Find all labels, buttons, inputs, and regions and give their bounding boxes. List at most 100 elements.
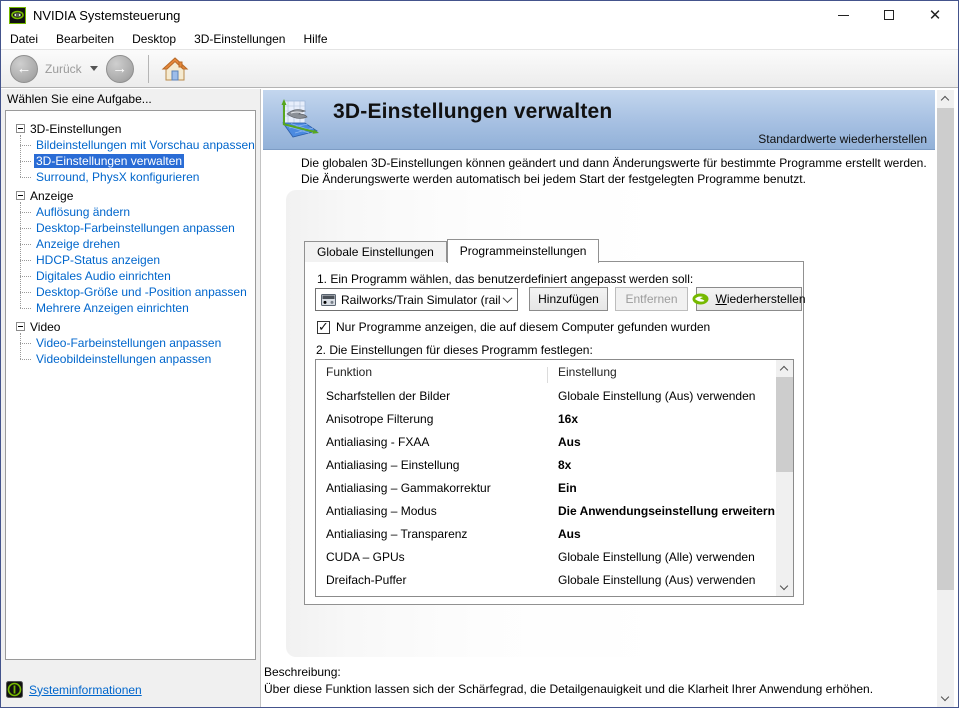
table-row[interactable]: Antialiasing – TransparenzAus [316,522,776,545]
sidebar-item-videobildeinstellungen-anpassen[interactable]: Videobildeinstellungen anpassen [20,351,253,367]
einstellung-cell[interactable]: Globale Einstellung (Aus) verwenden [548,573,776,587]
sidebar-item-bildeinstellungen-mit-vorschau-anpassen[interactable]: Bildeinstellungen mit Vorschau anpassen [20,137,253,153]
einstellung-cell[interactable]: Aus [548,435,776,449]
home-icon[interactable] [161,56,189,82]
restore-defaults-link[interactable]: Standardwerte wiederherstellen [758,132,927,146]
checkbox-label: Nur Programme anzeigen, die auf diesem C… [336,320,710,334]
sidebar-item-video-farbeinstellungen-anpassen[interactable]: Video-Farbeinstellungen anpassen [20,335,253,351]
einstellung-cell[interactable]: Globale Einstellung (Alle) verwenden [548,550,776,564]
table-scroll-down-icon[interactable] [780,582,788,590]
einstellung-cell[interactable]: Globale Einstellung (Aus) verwenden [548,389,776,403]
restore-button[interactable]: Wiederherstellen [696,287,802,311]
table-row[interactable]: Dreifach-PufferGlobale Einstellung (Aus)… [316,568,776,591]
sidebar-item-hdcp-status-anzeigen[interactable]: HDCP-Status anzeigen [20,252,253,268]
sidebar-item-digitales-audio-einrichten[interactable]: Digitales Audio einrichten [20,268,253,284]
table-row[interactable]: Antialiasing – ModusDie Anwendungseinste… [316,499,776,522]
back-arrow-icon: ← [17,60,32,77]
column-header-einstellung[interactable]: Einstellung [548,365,793,379]
sidebar-header: Wählen Sie eine Aufgabe... [1,89,260,106]
funktion-cell: Antialiasing – Einstellung [316,458,548,472]
close-button[interactable]: ✕ [912,1,958,29]
remove-button[interactable]: Entfernen [615,287,688,311]
sidebar-item-desktop-farbeinstellungen-anpassen[interactable]: Desktop-Farbeinstellungen anpassen [20,220,253,236]
einstellung-cell[interactable]: 16x [548,412,776,426]
window-title: NVIDIA Systemsteuerung [33,8,180,23]
show-installed-checkbox[interactable] [317,321,330,334]
sidebar-item-desktop-größe-und-position-anpassen[interactable]: Desktop-Größe und -Position anpassen [20,284,253,300]
table-row[interactable]: Scharfstellen der BilderGlobale Einstell… [316,384,776,407]
funktion-cell: Scharfstellen der Bilder [316,389,548,403]
system-information-link[interactable]: Systeminformationen [29,683,142,697]
maximize-button[interactable] [866,1,912,29]
table-scrollbar[interactable] [776,360,793,596]
program-select-dropdown[interactable]: Railworks/Train Simulator (railw... [315,288,518,311]
einstellung-cell[interactable]: Die Anwendungseinstellung erweitern [548,504,776,518]
sidebar-item-label: Desktop-Farbeinstellungen anpassen [34,221,237,235]
scroll-down-icon[interactable] [941,693,949,701]
maximize-icon [884,10,894,20]
tab-programmeinstellungen[interactable]: Programmeinstellungen [447,239,600,263]
step2-label: 2. Die Einstellungen für dieses Programm… [316,343,593,357]
tab-globale-einstellungen[interactable]: Globale Einstellungen [304,241,447,262]
table-row[interactable]: Antialiasing – GammakorrekturEin [316,476,776,499]
sidebar-item-label: Auflösung ändern [34,205,132,219]
menu-item-hilfe[interactable]: Hilfe [294,30,336,48]
table-row[interactable]: Antialiasing - FXAAAus [316,430,776,453]
minimize-button[interactable] [820,1,866,29]
einstellung-cell[interactable]: Ein [548,481,776,495]
collapse-icon[interactable] [16,124,25,133]
table-scrollbar-thumb[interactable] [776,377,793,472]
tree-group-video[interactable]: Video [10,318,253,335]
tab-content: 1. Ein Programm wählen, das benutzerdefi… [304,261,804,605]
table-row[interactable]: CUDA – GPUsGlobale Einstellung (Alle) ve… [316,545,776,568]
title-bar: NVIDIA Systemsteuerung ✕ [1,1,958,29]
scrollbar-thumb[interactable] [937,108,954,590]
tree-group-3d-einstellungen[interactable]: 3D-Einstellungen [10,120,253,137]
table-row[interactable]: EnergieverwaltungsmodusGlobale Einstellu… [316,591,776,597]
settings-table-body: Scharfstellen der BilderGlobale Einstell… [316,384,776,596]
table-scroll-up-icon[interactable] [780,366,788,374]
sidebar-item-label: Bildeinstellungen mit Vorschau anpassen [34,138,256,152]
scroll-up-icon[interactable] [941,96,949,104]
step1-label: 1. Ein Programm wählen, das benutzerdefi… [317,272,693,286]
description-label: Beschreibung: [264,665,341,679]
nvidia-app-icon [9,7,26,24]
add-button[interactable]: Hinzufügen [529,287,608,311]
menu-item-bearbeiten[interactable]: Bearbeiten [47,30,123,48]
sidebar-item-mehrere-anzeigen-einrichten[interactable]: Mehrere Anzeigen einrichten [20,300,253,316]
sidebar-item-surround-physx-konfigurieren[interactable]: Surround, PhysX konfigurieren [20,169,253,185]
nvidia-eye-icon [692,293,709,305]
sidebar: Wählen Sie eine Aufgabe... 3D-Einstellun… [1,89,261,707]
page-banner: 3D-Einstellungen verwalten Standardwerte… [263,90,935,150]
back-history-caret-icon[interactable] [90,66,98,71]
forward-button[interactable]: → [106,55,134,83]
back-button[interactable]: ← [10,55,38,83]
main-vertical-scrollbar[interactable] [937,90,954,707]
funktion-cell: Anisotrope Filterung [316,412,548,426]
sidebar-item-label: Desktop-Größe und -Position anpassen [34,285,249,299]
menu-item-datei[interactable]: Datei [1,30,47,48]
einstellung-cell[interactable]: Globale Einstellung (Optimale Leistung) … [548,596,776,598]
tree-group-anzeige[interactable]: Anzeige [10,187,253,204]
table-row[interactable]: Antialiasing – Einstellung8x [316,453,776,476]
chevron-down-icon [503,293,513,303]
sidebar-item-3d-einstellungen-verwalten[interactable]: 3D-Einstellungen verwalten [20,153,253,169]
sidebar-item-anzeige-drehen[interactable]: Anzeige drehen [20,236,253,252]
column-header-funktion[interactable]: Funktion [316,365,548,379]
table-row[interactable]: Anisotrope Filterung16x [316,407,776,430]
einstellung-cell[interactable]: Aus [548,527,776,541]
tree-group-label: Anzeige [30,189,73,203]
funktion-cell: Energieverwaltungsmodus [316,596,548,598]
toolbar: ← Zurück → [1,49,958,88]
collapse-icon[interactable] [16,322,25,331]
menu-item-3d-einstellungen[interactable]: 3D-Einstellungen [185,30,294,48]
menu-item-desktop[interactable]: Desktop [123,30,185,48]
sidebar-item-label: Video-Farbeinstellungen anpassen [34,336,223,350]
funktion-cell: CUDA – GPUs [316,550,548,564]
sidebar-item-auflösung-ändern[interactable]: Auflösung ändern [20,204,253,220]
funktion-cell: Dreifach-Puffer [316,573,548,587]
funktion-cell: Antialiasing – Gammakorrektur [316,481,548,495]
collapse-icon[interactable] [16,191,25,200]
3d-settings-icon [275,97,321,143]
einstellung-cell[interactable]: 8x [548,458,776,472]
